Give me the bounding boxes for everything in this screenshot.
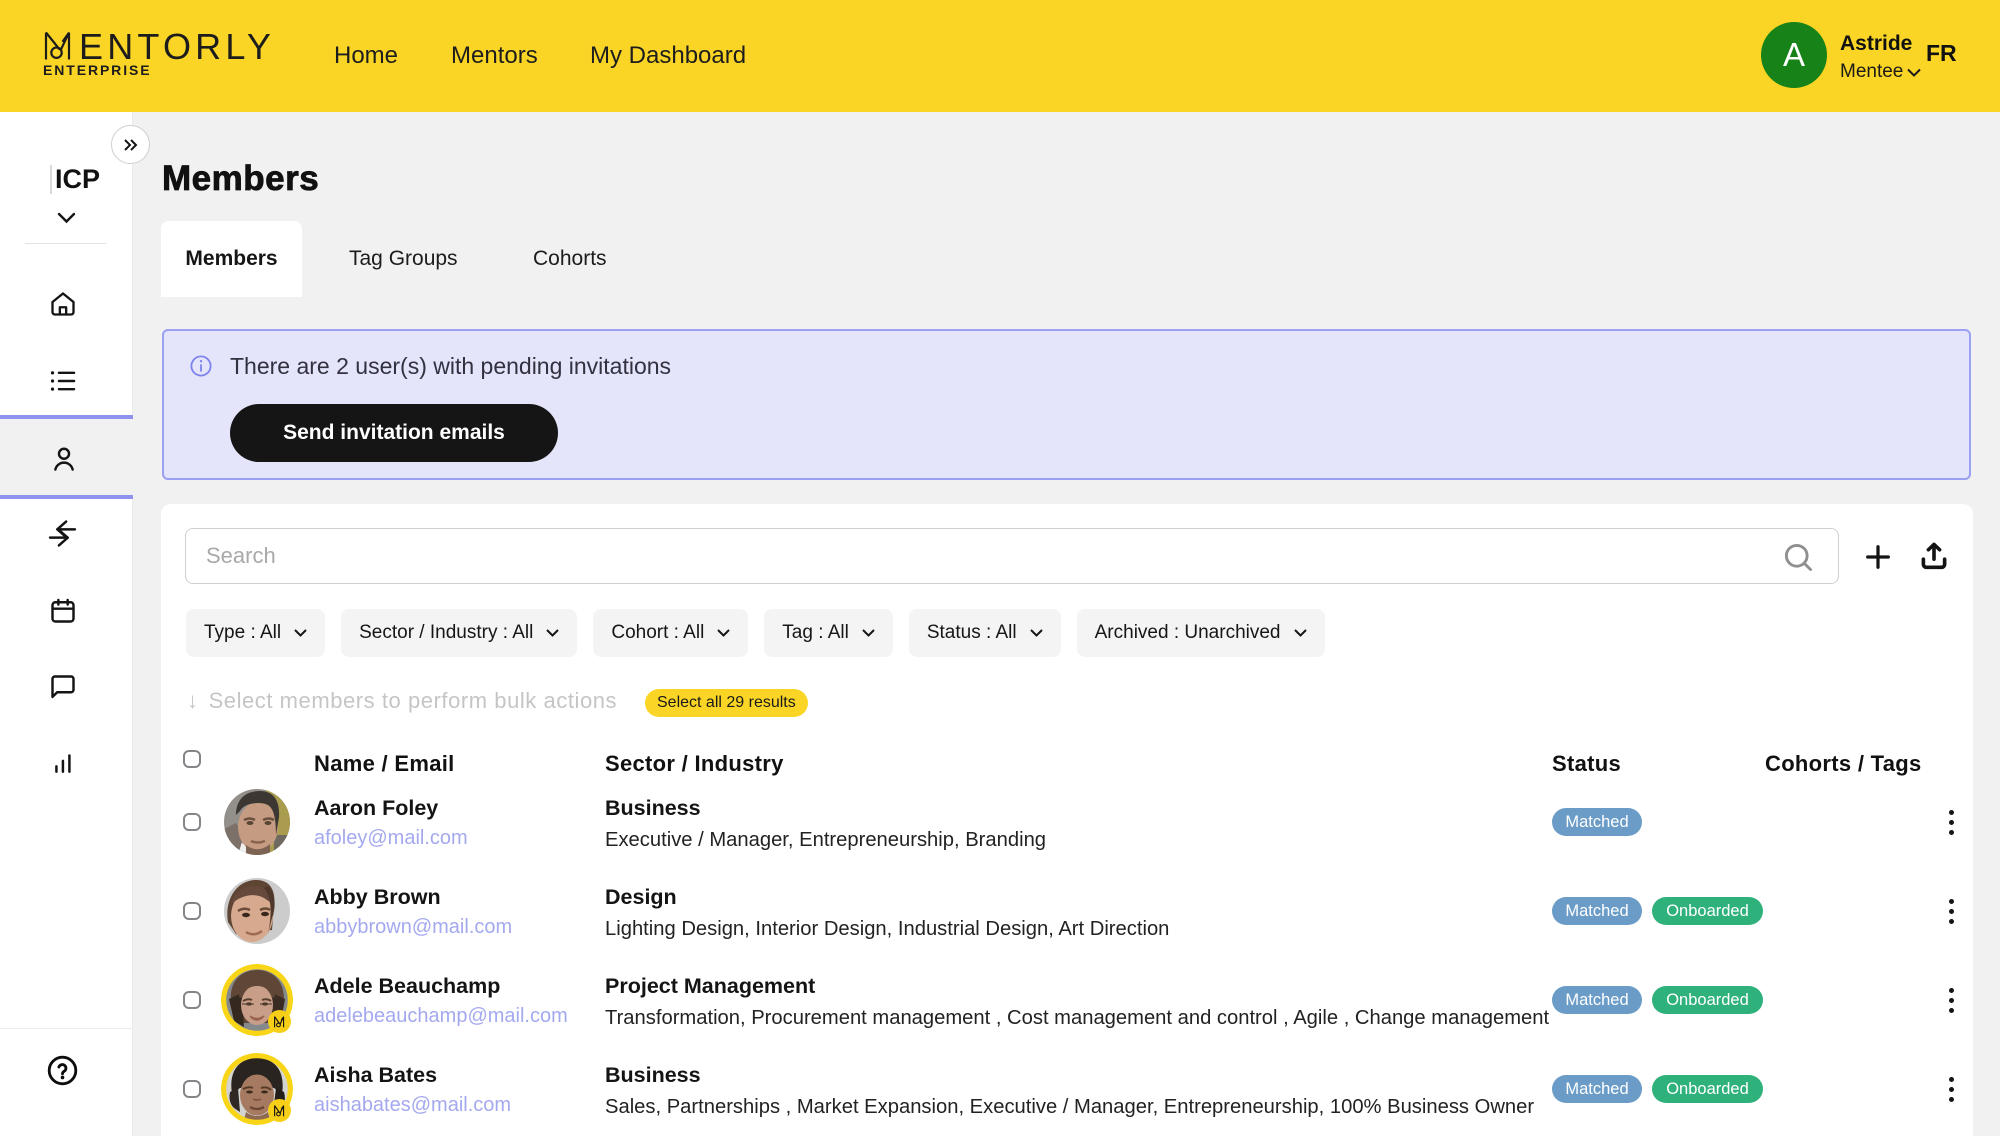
svg-text:ENTERPRISE: ENTERPRISE — [43, 62, 151, 78]
